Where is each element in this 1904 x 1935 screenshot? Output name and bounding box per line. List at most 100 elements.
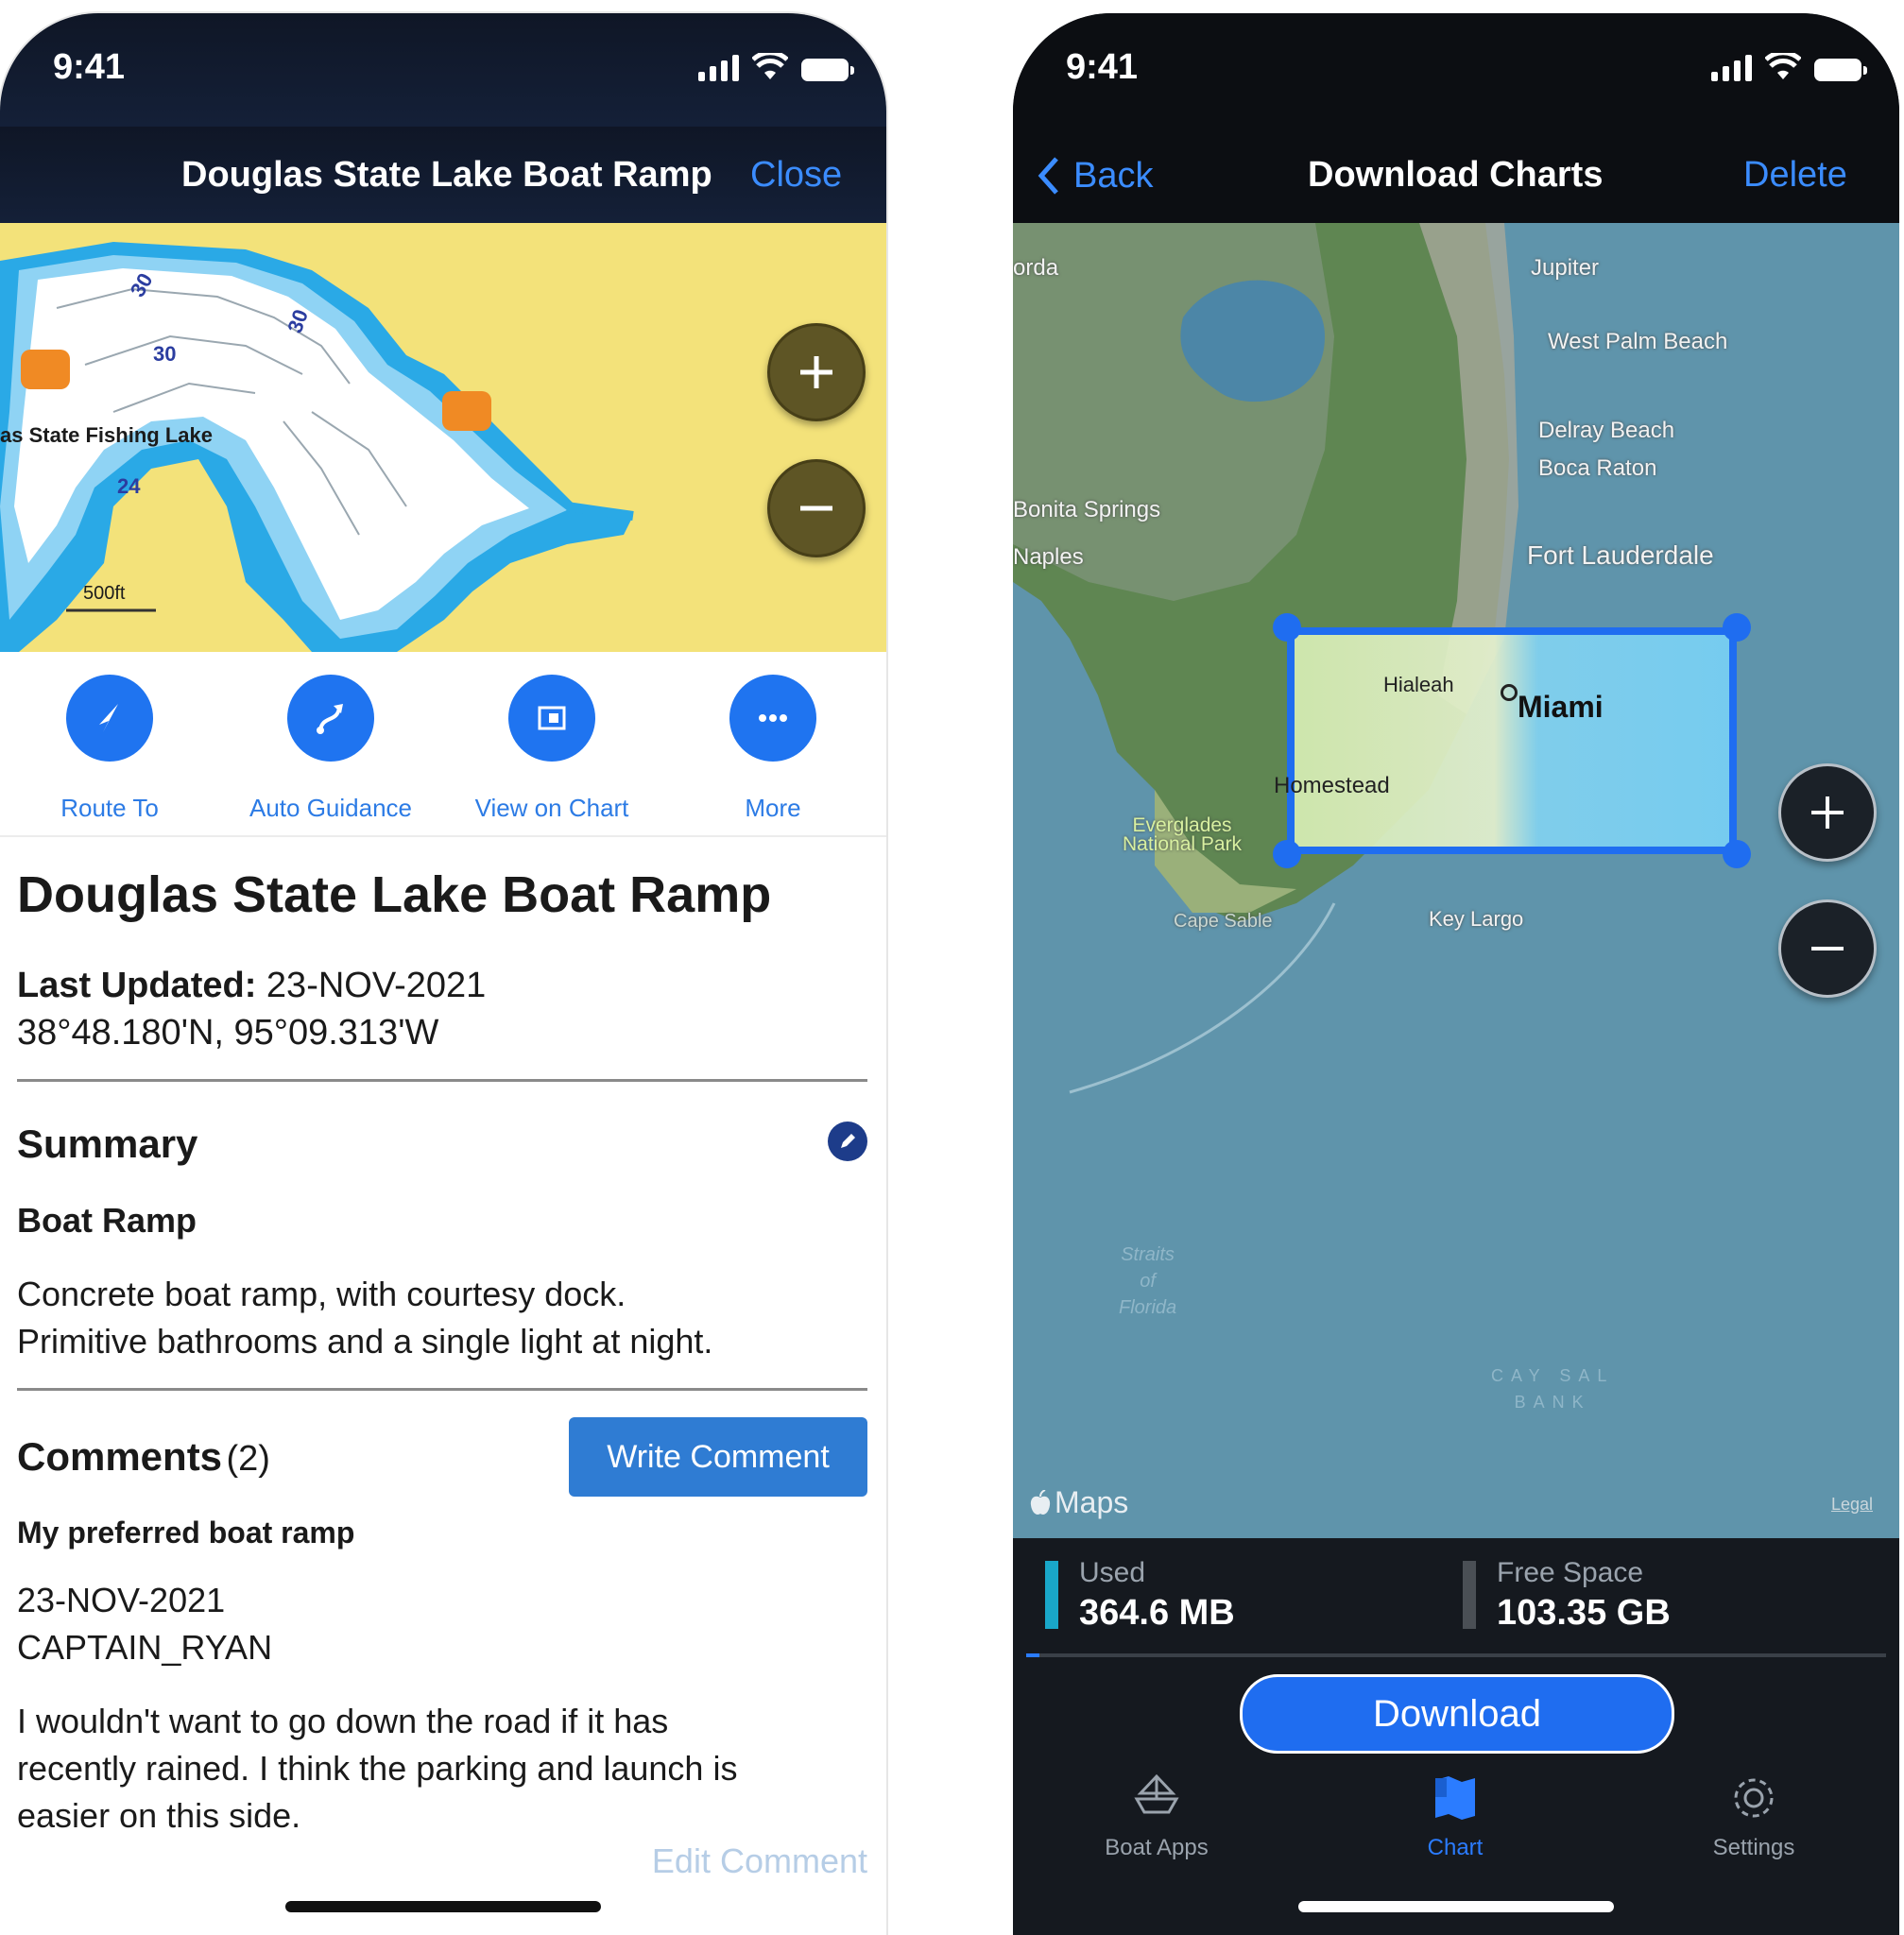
map-label: Delray Beach [1538,418,1675,443]
free-indicator [1463,1561,1476,1629]
auto-guidance-button[interactable]: Auto Guidance [236,675,425,823]
map-label: Fort Lauderdale [1527,540,1714,570]
wifi-icon [752,53,788,79]
zoom-out-button[interactable] [1778,899,1877,998]
home-indicator [285,1901,601,1912]
status-time: 9:41 [1066,47,1139,87]
write-comment-button[interactable]: Write Comment [569,1417,867,1497]
summary-line: Primitive bathrooms and a single light a… [17,1322,713,1361]
storage-summary: Used 364.6 MB Free Space 103.35 GB [1013,1538,1899,1661]
settings-gear-icon [1734,1778,1774,1818]
view-on-chart-button[interactable]: View on Chart [457,675,646,823]
chart-icon [538,706,566,730]
download-charts-screen: 9:41 Back Download Charts Delete orda Ju… [1013,13,1899,1935]
status-time: 9:41 [53,47,126,87]
zoom-out-button[interactable] [767,459,866,557]
more-button[interactable]: More [678,675,867,823]
resize-handle-top-right[interactable] [1723,613,1751,642]
lake-contours: 30 30 30 24 as State Fishing Lake 500ft [0,242,634,652]
map-label: Everglades National Park [1123,815,1242,854]
action-label: View on Chart [474,794,629,822]
plus-icon [800,356,832,388]
summary-title: Summary [17,1122,198,1166]
map-label-line: of [1140,1271,1156,1292]
poi-title: Douglas State Lake Boat Ramp [17,866,772,923]
map-label: Hialeah [1383,673,1454,696]
back-label: Back [1073,155,1154,196]
tab-settings[interactable]: Settings [1659,1771,1848,1861]
download-button[interactable]: Download [1240,1674,1674,1754]
map-label: Naples [1013,544,1084,570]
map-label: Boca Raton [1538,455,1657,481]
map-label: orda [1013,255,1059,281]
route-arrow-icon [99,704,118,732]
map-label: Homestead [1274,773,1390,798]
cellular-signal-icon [698,55,739,81]
tab-boat-apps[interactable]: Boat Apps [1062,1771,1251,1861]
maps-logo-text: Maps [1055,1485,1129,1519]
wifi-icon [1765,53,1801,79]
map-label: Bonita Springs [1013,497,1161,522]
legal-link[interactable]: Legal [1831,1495,1873,1515]
lake-chart-map[interactable]: 30 30 30 24 as State Fishing Lake 500ft [0,223,886,652]
map-label: Jupiter [1531,255,1600,281]
used-value: 364.6 MB [1079,1593,1235,1633]
poi-details: Douglas State Lake Boat Ramp Last Update… [17,845,867,1881]
zoom-in-button[interactable] [767,323,866,421]
comment-author: CAPTAIN_RYAN [17,1628,273,1667]
map-label: West Palm Beach [1548,329,1728,354]
summary-text: Concrete boat ramp, with courtesy dock. … [17,1271,867,1365]
back-button[interactable]: Back [1036,155,1153,197]
map-label: Key Largo [1429,907,1524,931]
storage-progress-bar [1026,1653,1886,1657]
poi-coordinates: 38°48.180'N, 95°09.313'W [17,1013,439,1053]
map-label: Miami [1518,690,1604,724]
chart-tab-icon [1435,1776,1475,1820]
action-label: More [745,794,801,822]
divider [17,1079,867,1082]
navigation-bar: Douglas State Lake Boat Ramp Close [0,127,886,223]
comment-body: I wouldn't want to go down the road if i… [17,1698,867,1840]
tab-chart[interactable]: Chart [1361,1771,1550,1861]
delete-button[interactable]: Delete [1743,155,1847,196]
summary-type: Boat Ramp [17,1201,197,1240]
map-label-line: Straits [1121,1244,1175,1265]
action-label: Route To [60,794,159,822]
free-space-value: 103.35 GB [1497,1593,1671,1633]
download-region-selection[interactable]: Hialeah Miami Homestead [1274,627,1737,854]
comments-title: Comments [17,1434,223,1479]
comments-count: (2) [226,1439,270,1479]
used-indicator [1045,1561,1058,1629]
last-updated-label: Last Updated: [17,966,257,1005]
edit-comment-link[interactable]: Edit Comment [17,1841,867,1881]
boat-ramp-detail-screen: 9:41 Douglas State Lake Boat Ramp Close … [0,13,886,1935]
resize-handle-bottom-left[interactable] [1273,840,1301,868]
resize-handle-top-left[interactable] [1273,613,1301,642]
comment-line: recently rained. I think the parking and… [17,1749,738,1788]
map-label-line: CAY SAL [1491,1366,1615,1385]
depth-label: 30 [153,342,176,366]
zoom-in-button[interactable] [1778,763,1877,862]
comment-meta: 23-NOV-2021 CAPTAIN_RYAN [17,1577,867,1671]
action-row: Route To Auto Guidance View on Chart Mor… [0,665,886,837]
poi-meta: Last Updated: 23-NOV-2021 38°48.180'N, 9… [17,962,867,1056]
status-bar: 9:41 [1013,13,1899,127]
map-label: Cape Sable [1174,911,1273,932]
region-map[interactable]: orda Jupiter West Palm Beach Delray Beac… [1013,223,1899,1538]
action-label: Auto Guidance [249,794,412,822]
minus-icon [1811,947,1844,950]
route-to-button[interactable]: Route To [15,675,204,823]
divider [17,1388,867,1391]
lake-name-label: as State Fishing Lake [0,423,213,447]
apple-maps-logo: Maps [1030,1485,1128,1520]
resize-handle-bottom-right[interactable] [1723,840,1751,868]
edit-pencil-icon[interactable] [828,1122,867,1161]
depth-label: 24 [117,474,141,498]
map-label: Straits of Florida [1119,1241,1176,1321]
close-button[interactable]: Close [750,155,842,196]
apple-logo-icon [1030,1489,1051,1515]
home-indicator [1298,1901,1614,1912]
plus-icon [1811,796,1844,829]
comment-title: My preferred boat ramp [17,1515,355,1550]
last-updated-value: 23-NOV-2021 [266,966,487,1005]
